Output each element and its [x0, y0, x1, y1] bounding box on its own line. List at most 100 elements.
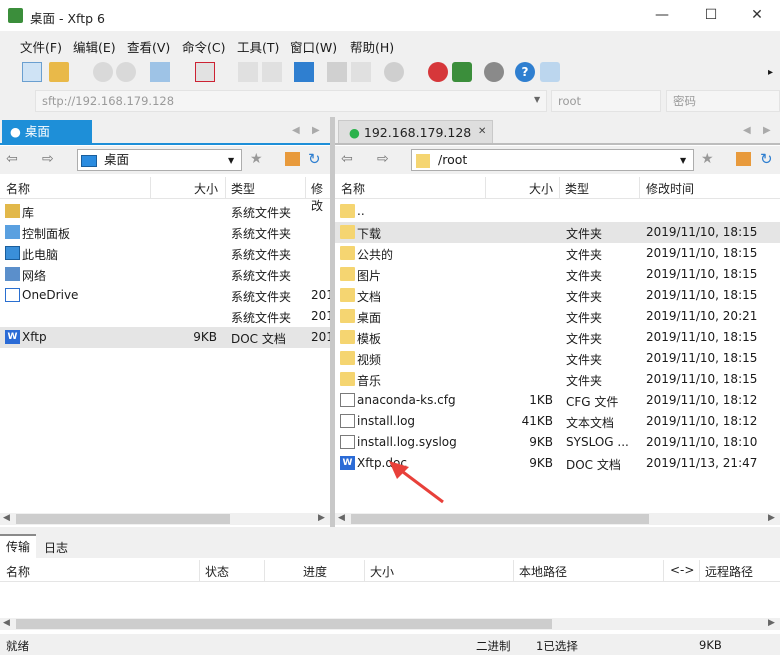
- table-row[interactable]: install.log 41KB 文本文档 2019/11/10, 18:12: [335, 411, 780, 432]
- col-local-path[interactable]: 本地路径: [519, 563, 567, 580]
- tab-transfer[interactable]: 传输: [0, 534, 36, 558]
- favorite-star-icon[interactable]: ★: [701, 151, 714, 167]
- table-row[interactable]: 控制面板 系统文件夹: [0, 222, 330, 243]
- tab-log[interactable]: 日志: [44, 539, 68, 556]
- table-row[interactable]: 库 系统文件夹: [0, 201, 330, 222]
- col-divider[interactable]: [559, 177, 560, 199]
- scroll-thumb[interactable]: [351, 514, 649, 524]
- help-icon[interactable]: ?: [515, 62, 535, 82]
- table-row[interactable]: OneDrive 系统文件夹 201: [0, 285, 334, 306]
- path-dropdown-icon[interactable]: ▼: [228, 156, 234, 165]
- table-row[interactable]: 此电脑 系统文件夹: [0, 243, 330, 264]
- new-session-icon[interactable]: [22, 62, 42, 82]
- col-status[interactable]: 状态: [205, 563, 229, 580]
- table-row[interactable]: 系统文件夹 201: [0, 306, 334, 327]
- host-input[interactable]: sftp://192.168.179.128: [35, 90, 547, 112]
- scroll-thumb[interactable]: [16, 514, 230, 524]
- close-button[interactable]: ✕: [734, 0, 780, 31]
- forward-arrow-icon[interactable]: ⇨: [42, 151, 54, 167]
- gear-icon[interactable]: [484, 62, 504, 82]
- menu-tools[interactable]: 工具(T): [237, 37, 279, 56]
- col-type[interactable]: 类型: [231, 180, 255, 197]
- transfer-horizontal-scrollbar[interactable]: ◀ ▶: [0, 618, 780, 630]
- table-row[interactable]: W Xftp 9KB DOC 文档 201: [0, 327, 334, 348]
- host-dropdown-icon[interactable]: ▼: [534, 95, 540, 104]
- col-divider[interactable]: [513, 560, 514, 582]
- table-row[interactable]: 音乐 文件夹 2019/11/10, 18:15: [335, 369, 780, 390]
- back-arrow-icon[interactable]: ⇦: [6, 151, 18, 167]
- paste-file-icon[interactable]: [262, 62, 282, 82]
- tab-scroll-right-icon[interactable]: ▶: [763, 125, 771, 136]
- menu-window[interactable]: 窗口(W): [290, 37, 337, 56]
- table-row[interactable]: anaconda-ks.cfg 1KB CFG 文件 2019/11/10, 18:1…: [335, 390, 780, 411]
- col-name[interactable]: 名称: [341, 180, 365, 197]
- tab-local-desktop[interactable]: ● 桌面: [2, 120, 92, 144]
- col-direction[interactable]: <->: [670, 563, 694, 577]
- menu-command[interactable]: 命令(C): [182, 37, 225, 56]
- transfer-mode[interactable]: 二进制: [476, 638, 511, 654]
- scroll-right-icon[interactable]: ▶: [768, 513, 775, 523]
- col-size[interactable]: 大小: [194, 180, 218, 197]
- col-divider[interactable]: [485, 177, 486, 199]
- table-row[interactable]: ..: [335, 201, 780, 222]
- scroll-right-icon[interactable]: ▶: [768, 618, 775, 628]
- minimize-button[interactable]: —: [639, 0, 685, 31]
- remote-path-field[interactable]: /root: [411, 149, 694, 171]
- toolbar-overflow-icon[interactable]: ▸: [768, 67, 773, 78]
- col-size[interactable]: 大小: [370, 563, 394, 580]
- col-divider[interactable]: [364, 560, 365, 582]
- refresh-icon[interactable]: ↻: [308, 150, 321, 168]
- scroll-left-icon[interactable]: ◀: [3, 513, 10, 523]
- col-divider[interactable]: [199, 560, 200, 582]
- xftp-icon[interactable]: [452, 62, 472, 82]
- table-row[interactable]: 下载 文件夹 2019/11/10, 18:15: [335, 222, 780, 243]
- password-input[interactable]: 密码: [666, 90, 780, 112]
- table-row[interactable]: 桌面 文件夹 2019/11/10, 20:21: [335, 306, 780, 327]
- chat-icon[interactable]: [540, 62, 560, 82]
- col-name[interactable]: 名称: [6, 563, 30, 580]
- table-row[interactable]: 网络 系统文件夹: [0, 264, 330, 285]
- table-row[interactable]: install.log.syslog 9KB SYSLOG ... 2019/11/1…: [335, 432, 780, 453]
- favorite-star-icon[interactable]: ★: [250, 151, 263, 167]
- path-dropdown-icon[interactable]: ▼: [680, 156, 686, 165]
- col-progress[interactable]: 进度: [303, 563, 327, 580]
- col-modified[interactable]: 修改时间: [646, 180, 694, 197]
- home-icon[interactable]: [736, 152, 751, 166]
- table-row[interactable]: 文档 文件夹 2019/11/10, 18:15: [335, 285, 780, 306]
- print-icon[interactable]: [327, 62, 347, 82]
- connect-icon[interactable]: [93, 62, 113, 82]
- col-divider[interactable]: [699, 560, 700, 582]
- col-divider[interactable]: [639, 177, 640, 199]
- menu-help[interactable]: 帮助(H): [350, 37, 394, 56]
- xshell-icon[interactable]: [428, 62, 448, 82]
- col-divider[interactable]: [305, 177, 306, 199]
- remote-horizontal-scrollbar[interactable]: ◀ ▶: [335, 513, 780, 525]
- menu-edit[interactable]: 编辑(E): [73, 37, 116, 56]
- col-size[interactable]: 大小: [529, 180, 553, 197]
- table-row[interactable]: 视频 文件夹 2019/11/10, 18:15: [335, 348, 780, 369]
- local-horizontal-scrollbar[interactable]: ◀ ▶: [0, 513, 330, 525]
- menu-file[interactable]: 文件(F): [20, 37, 62, 56]
- tab-scroll-right-icon[interactable]: ▶: [312, 125, 320, 136]
- sync-transfer-icon[interactable]: [294, 62, 314, 82]
- col-remote-path[interactable]: 远程路径: [705, 563, 753, 580]
- copy-file-icon[interactable]: [238, 62, 258, 82]
- col-divider[interactable]: [264, 560, 265, 582]
- scroll-left-icon[interactable]: ◀: [3, 618, 10, 628]
- menu-view[interactable]: 查看(V): [127, 37, 170, 56]
- forward-arrow-icon[interactable]: ⇨: [377, 151, 389, 167]
- disconnect-icon[interactable]: [116, 62, 136, 82]
- table-row[interactable]: 模板 文件夹 2019/11/10, 18:15: [335, 327, 780, 348]
- col-divider[interactable]: [663, 560, 664, 582]
- tab-scroll-left-icon[interactable]: ◀: [292, 125, 300, 136]
- maximize-button[interactable]: ☐: [688, 0, 734, 31]
- table-row[interactable]: 公共的 文件夹 2019/11/10, 18:15: [335, 243, 780, 264]
- tab-scroll-left-icon[interactable]: ◀: [743, 125, 751, 136]
- stop-icon[interactable]: [384, 62, 404, 82]
- clipboard-icon[interactable]: [351, 62, 371, 82]
- username-input[interactable]: root: [551, 90, 661, 112]
- table-row[interactable]: 图片 文件夹 2019/11/10, 18:15: [335, 264, 780, 285]
- open-folder-icon[interactable]: [49, 62, 69, 82]
- col-type[interactable]: 类型: [565, 180, 589, 197]
- col-divider[interactable]: [225, 177, 226, 199]
